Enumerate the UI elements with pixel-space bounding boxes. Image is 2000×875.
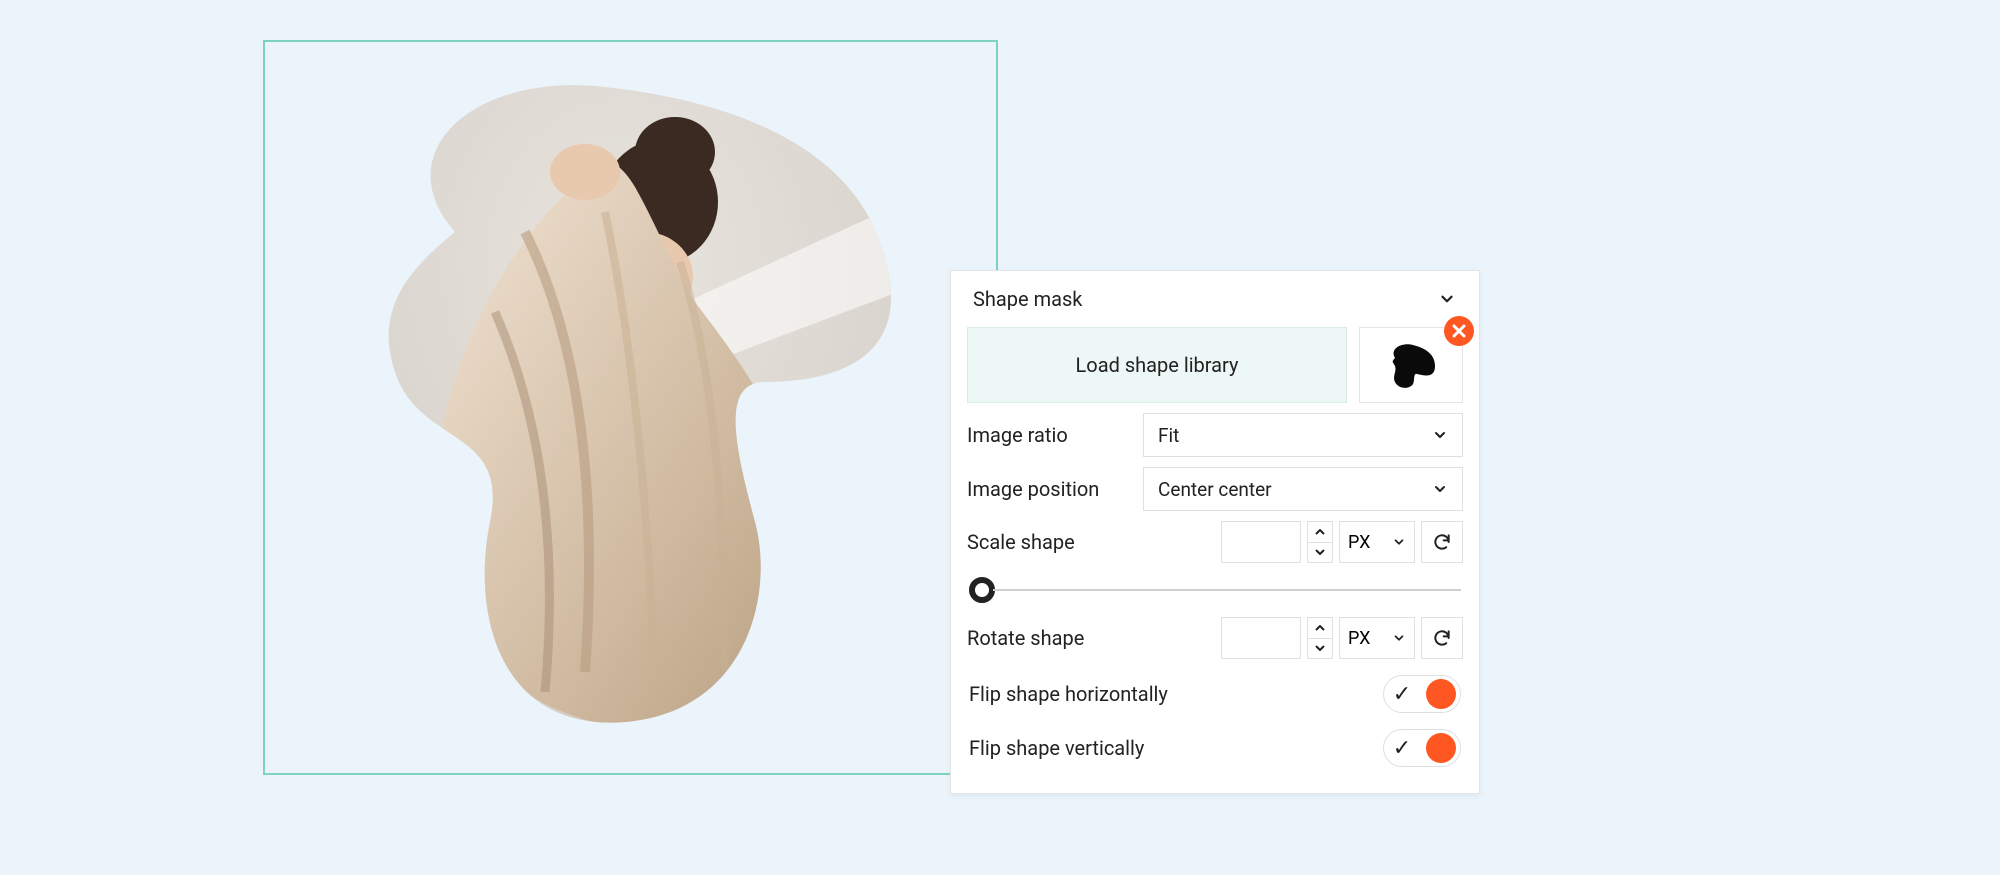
chevron-down-icon — [1392, 535, 1406, 549]
chevron-down-icon[interactable] — [1308, 639, 1332, 659]
image-position-value: Center center — [1158, 478, 1272, 501]
rotate-stepper[interactable] — [1307, 617, 1333, 659]
chevron-down-icon — [1437, 289, 1457, 309]
flip-vertical-toggle[interactable]: ✓ — [1383, 729, 1461, 767]
rotate-reset-button[interactable] — [1421, 617, 1463, 659]
scale-shape-label: Scale shape — [967, 530, 1187, 554]
image-ratio-label: Image ratio — [967, 423, 1131, 447]
reset-icon — [1432, 628, 1452, 648]
shape-preview[interactable] — [1359, 327, 1463, 403]
scale-slider[interactable] — [967, 571, 1463, 617]
chevron-up-icon[interactable] — [1308, 522, 1332, 543]
masked-image[interactable] — [325, 52, 925, 752]
flip-horizontal-toggle[interactable]: ✓ — [1383, 675, 1461, 713]
chevron-down-icon — [1392, 631, 1406, 645]
load-shape-library-button[interactable]: Load shape library — [967, 327, 1347, 403]
rotate-input[interactable] — [1221, 617, 1301, 659]
scale-input[interactable] — [1221, 521, 1301, 563]
slider-track — [993, 589, 1461, 591]
image-position-select[interactable]: Center center — [1143, 467, 1463, 511]
rotate-shape-label: Rotate shape — [967, 626, 1187, 650]
check-icon: ✓ — [1388, 736, 1416, 761]
scale-unit-value: PX — [1348, 532, 1370, 553]
close-icon — [1451, 323, 1467, 339]
scale-unit-select[interactable]: PX — [1339, 521, 1415, 563]
reset-icon — [1432, 532, 1452, 552]
panel-header[interactable]: Shape mask — [951, 271, 1479, 327]
panel-body: Load shape library Image ratio Fit — [951, 327, 1479, 793]
remove-shape-button[interactable] — [1444, 316, 1474, 346]
chevron-down-icon — [1432, 481, 1448, 497]
scale-reset-button[interactable] — [1421, 521, 1463, 563]
panel-title: Shape mask — [973, 287, 1082, 311]
image-ratio-value: Fit — [1158, 424, 1179, 447]
chevron-up-icon[interactable] — [1308, 618, 1332, 639]
chevron-down-icon[interactable] — [1308, 543, 1332, 563]
canvas-selection-frame[interactable] — [263, 40, 998, 775]
flip-vertical-label: Flip shape vertically — [969, 736, 1144, 760]
toggle-knob — [1426, 733, 1456, 763]
blob-shape-icon — [1383, 340, 1439, 390]
chevron-down-icon — [1432, 427, 1448, 443]
image-ratio-select[interactable]: Fit — [1143, 413, 1463, 457]
image-position-label: Image position — [967, 477, 1131, 501]
rotate-unit-value: PX — [1348, 628, 1370, 649]
load-shape-library-label: Load shape library — [1076, 353, 1239, 377]
rotate-unit-select[interactable]: PX — [1339, 617, 1415, 659]
flip-horizontal-label: Flip shape horizontally — [969, 682, 1168, 706]
shape-mask-panel: Shape mask Load shape library Image — [950, 270, 1480, 794]
toggle-knob — [1426, 679, 1456, 709]
check-icon: ✓ — [1388, 682, 1416, 707]
scale-stepper[interactable] — [1307, 521, 1333, 563]
slider-thumb[interactable] — [969, 577, 995, 603]
